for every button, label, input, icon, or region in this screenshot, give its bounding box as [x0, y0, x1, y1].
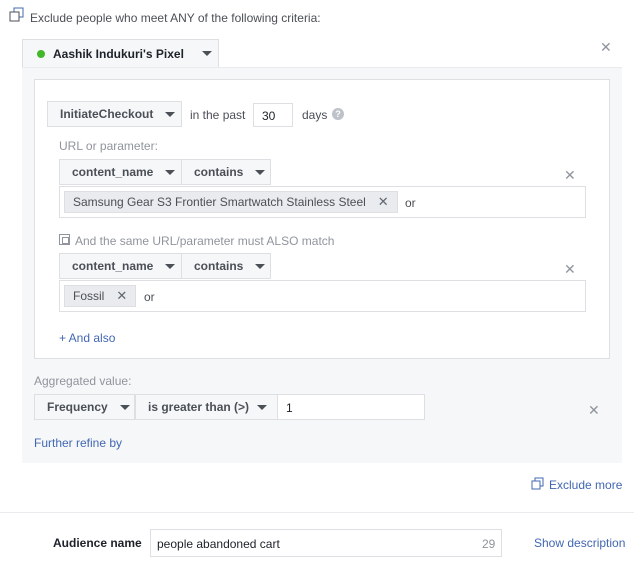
value-input-2[interactable]: Fossil ✕ or	[59, 280, 586, 312]
token-label: Fossil	[73, 289, 105, 303]
value-token: Samsung Gear S3 Frontier Smartwatch Stai…	[64, 191, 398, 213]
in-the-past-label: in the past	[190, 108, 246, 122]
remove-token-icon[interactable]: ✕	[378, 194, 389, 210]
operator-label: is greater than (>)	[148, 400, 250, 414]
aggregated-value-label: Aggregated value:	[34, 374, 132, 388]
char-count: 29	[482, 537, 496, 551]
exclude-criteria-heading: Exclude people who meet ANY of the follo…	[30, 11, 321, 25]
close-icon[interactable]: ✕	[564, 168, 576, 182]
pixel-selector-button[interactable]: Aashik Indukuri's Pixel	[22, 39, 219, 67]
value-input-1[interactable]: Samsung Gear S3 Frontier Smartwatch Stai…	[59, 186, 586, 218]
operator-dropdown-2[interactable]: contains	[181, 253, 271, 279]
aggregated-metric-dropdown[interactable]: Frequency	[34, 394, 135, 420]
audience-name-value: people abandoned cart	[157, 537, 280, 551]
or-label: or	[144, 290, 155, 304]
chevron-down-icon	[255, 169, 266, 175]
param-dropdown-1[interactable]: content_name	[59, 159, 182, 185]
event-label: InitiateCheckout	[60, 107, 154, 121]
metric-label: Frequency	[47, 400, 108, 414]
or-label: or	[405, 196, 416, 210]
param-label: content_name	[72, 259, 154, 273]
rule-box: InitiateCheckout in the past 30 days ? U…	[34, 79, 610, 359]
chevron-down-icon	[165, 111, 176, 117]
aggregated-value-input[interactable]: 1	[277, 394, 425, 420]
chevron-down-icon	[119, 404, 130, 410]
close-icon[interactable]: ✕	[564, 262, 576, 276]
copy-icon[interactable]	[531, 477, 545, 491]
and-also-link[interactable]: + And also	[59, 331, 115, 345]
audience-name-input[interactable]: people abandoned cart 29	[150, 529, 502, 557]
url-param-label: URL or parameter:	[59, 139, 158, 153]
param-label: content_name	[72, 165, 154, 179]
chevron-down-icon	[255, 263, 266, 269]
token-label: Samsung Gear S3 Frontier Smartwatch Stai…	[73, 195, 366, 209]
close-icon[interactable]: ✕	[588, 403, 600, 417]
also-match-checkbox[interactable]	[59, 234, 70, 245]
audience-name-label: Audience name	[53, 536, 142, 550]
days-input[interactable]: 30	[253, 103, 293, 127]
value-token: Fossil ✕	[64, 285, 137, 307]
chevron-down-icon	[257, 404, 268, 410]
remove-token-icon[interactable]: ✕	[116, 288, 127, 304]
days-value: 30	[262, 109, 276, 123]
param-dropdown-2[interactable]: content_name	[59, 253, 182, 279]
show-description-link[interactable]: Show description	[534, 536, 625, 550]
exclude-more-link[interactable]: Exclude more	[549, 478, 622, 492]
help-icon[interactable]: ?	[332, 108, 344, 120]
chevron-down-icon	[165, 263, 176, 269]
chevron-down-icon	[201, 51, 212, 56]
status-dot	[37, 49, 45, 58]
aggregated-value: 1	[286, 401, 293, 415]
operator-dropdown-1[interactable]: contains	[181, 159, 271, 185]
pixel-name: Aashik Indukuri's Pixel	[53, 46, 184, 61]
also-match-label: And the same URL/parameter must ALSO mat…	[75, 234, 335, 248]
chevron-down-icon	[165, 169, 176, 175]
divider	[0, 512, 634, 513]
aggregated-operator-dropdown[interactable]: is greater than (>)	[135, 394, 278, 420]
operator-label: contains	[194, 259, 244, 273]
further-refine-link[interactable]: Further refine by	[34, 436, 122, 450]
copy-icon	[9, 7, 24, 22]
operator-label: contains	[194, 165, 244, 179]
close-icon[interactable]: ✕	[600, 40, 612, 54]
event-dropdown[interactable]: InitiateCheckout	[47, 101, 182, 127]
days-label: days	[302, 108, 328, 122]
